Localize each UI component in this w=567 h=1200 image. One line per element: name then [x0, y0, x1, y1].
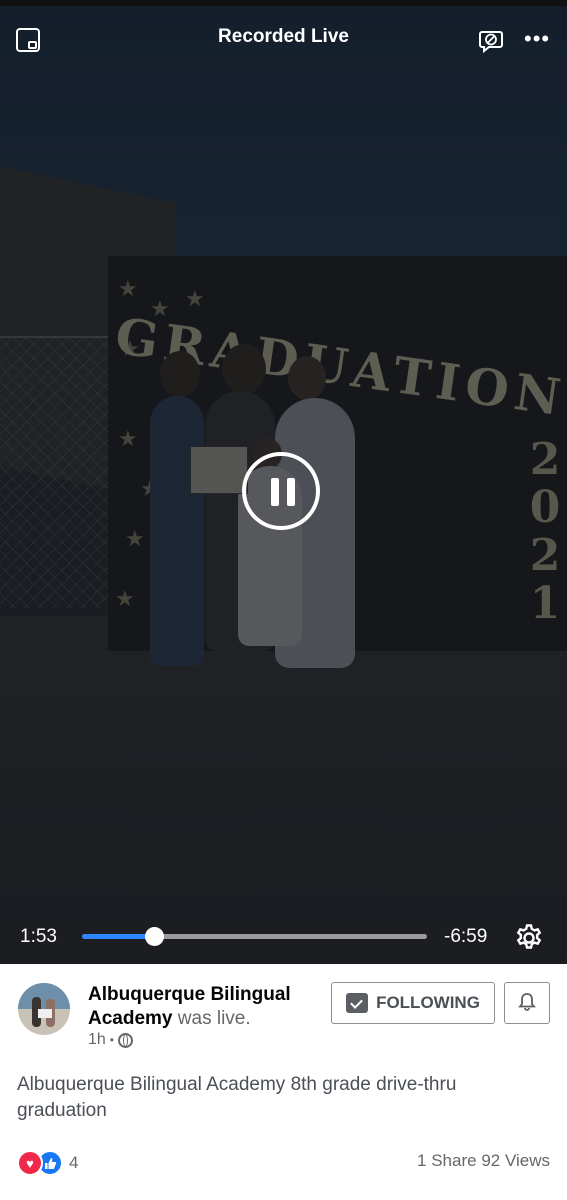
hide-comments-icon[interactable] [478, 28, 504, 54]
following-check-icon [346, 993, 369, 1013]
video-player[interactable]: ★ ★ ★ ★ ★ ★ ★ ★ GRADUATION 2 0 2 1 Recor… [0, 6, 567, 964]
pause-button[interactable] [242, 452, 320, 530]
post-description: Albuquerque Bilingual Academy 8th grade … [17, 1074, 457, 1121]
love-reaction-icon: ♥ [17, 1150, 43, 1176]
post-time[interactable]: 1h [88, 1031, 106, 1049]
gear-icon[interactable] [514, 923, 544, 953]
share-count[interactable]: 1 Share [417, 1151, 477, 1170]
reactions-summary[interactable]: ♥ 4 [17, 1150, 78, 1176]
following-label: FOLLOWING [376, 993, 480, 1012]
view-count: 92 Views [481, 1151, 550, 1170]
bell-icon [518, 993, 536, 1011]
live-status: was live. [177, 1008, 251, 1029]
meta-separator: • [109, 1033, 114, 1047]
elapsed-time: 1:53 [20, 926, 57, 947]
page-name-line: Albuquerque Bilingual Academy was live. [88, 983, 318, 1031]
avatar[interactable] [18, 983, 70, 1035]
notifications-button[interactable] [504, 982, 550, 1024]
post-meta: 1h • [88, 1031, 133, 1049]
post-stats: 1 Share 92 Views [417, 1151, 550, 1171]
reaction-count: 4 [69, 1153, 79, 1172]
pause-icon [271, 478, 279, 506]
seek-bar-progress [82, 934, 155, 939]
more-options-icon[interactable]: ••• [524, 28, 550, 50]
seek-bar[interactable] [82, 927, 427, 946]
globe-icon [118, 1032, 133, 1048]
following-button[interactable]: FOLLOWING [331, 982, 495, 1024]
remaining-time: -6:59 [444, 926, 488, 947]
